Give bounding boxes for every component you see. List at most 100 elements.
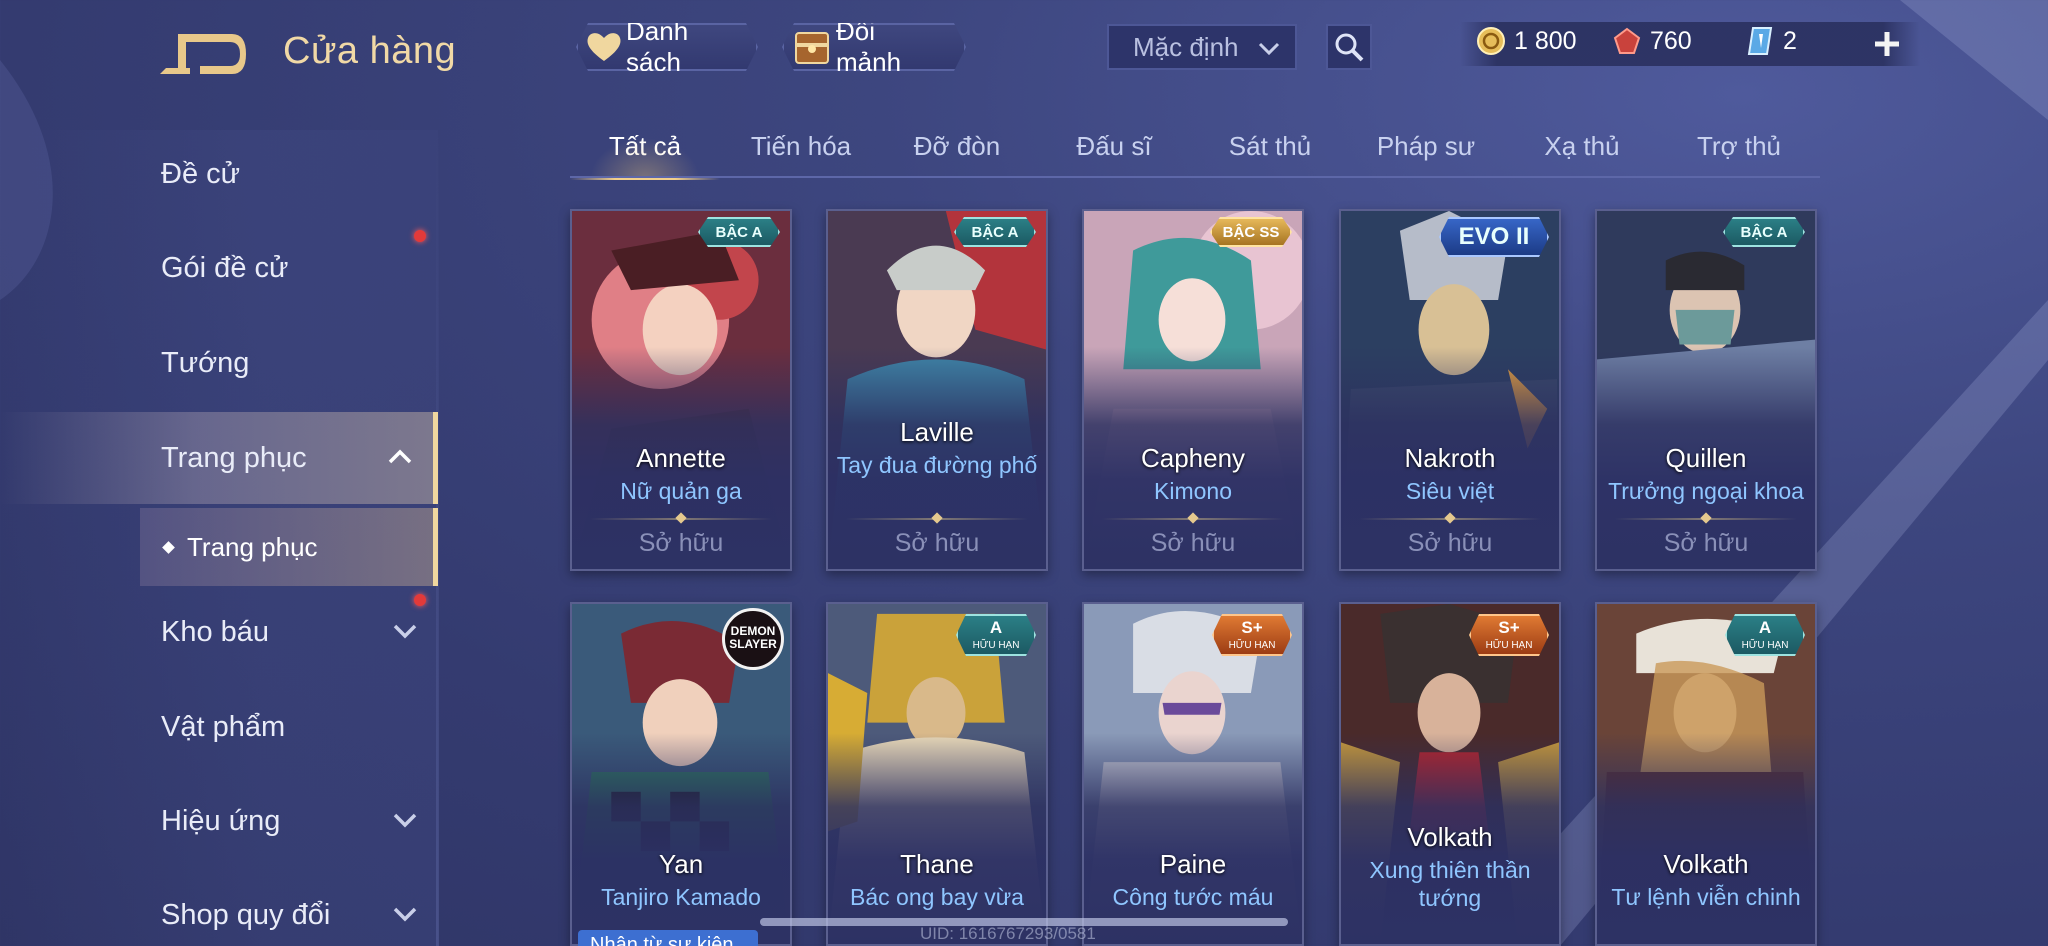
skin-card[interactable]: DEMON SLAYER Yan Tanjiro Kamado: [570, 602, 792, 946]
add-currency-button[interactable]: [1870, 24, 1904, 64]
category-tabs: Tất cả Tiến hóa Đỡ đòn Đấu sĩ Sát thủ Ph…: [570, 122, 1820, 180]
tier-badge-grade: A: [989, 618, 1003, 637]
tab-mage[interactable]: Pháp sư: [1351, 122, 1501, 178]
sidebar-item-treasure[interactable]: Kho báu: [0, 586, 438, 678]
exchange-button-label: Đổi mảnh: [836, 16, 902, 77]
owned-status: Sở hữu: [1407, 529, 1493, 557]
sidebar-item-label: Đề cử: [161, 157, 241, 190]
sidebar-item-skins[interactable]: Trang phục: [0, 412, 438, 504]
tier-badge: BẬC A: [954, 217, 1036, 247]
exchange-button[interactable]: Đổi mảnh: [782, 23, 966, 71]
back-arrow-icon: [160, 34, 246, 74]
tab-support[interactable]: Trợ thủ: [1664, 122, 1814, 178]
list-button[interactable]: Danh sách: [576, 23, 758, 71]
owned-status: Sở hữu: [638, 529, 724, 557]
sidebar-item-label: Shop quy đổi: [161, 898, 331, 931]
notification-dot: [414, 230, 426, 242]
user-id: UID: 1616767293/0581: [920, 924, 1096, 943]
tier-badge-grade: S+: [1498, 618, 1520, 637]
card-shade: [572, 733, 790, 944]
skin-card[interactable]: BẬC A Quillen Trưởng ngoại khoa Sở hữu: [1595, 209, 1817, 571]
hero-name: Quillen: [1665, 443, 1747, 473]
hero-name: Volkath: [1407, 822, 1493, 852]
sidebar-item-heroes[interactable]: Tướng: [0, 317, 438, 409]
sidebar-item-label: Gói đề cử: [161, 251, 289, 284]
sort-dropdown-value: Mặc định: [1133, 31, 1239, 62]
gold-currency: 1 800: [1476, 26, 1577, 56]
search-button[interactable]: [1326, 24, 1372, 70]
skin-card[interactable]: A HỮU HẠN Volkath Tư lệnh viễn chinh: [1595, 602, 1817, 946]
card-shade: [1084, 733, 1302, 944]
gold-coin-icon: [1477, 27, 1505, 55]
card-divider: [590, 518, 772, 520]
chest-icon: [792, 27, 832, 67]
skin-name: Nữ quản ga: [620, 478, 742, 504]
skin-card[interactable]: BẬC A Laville Tay đua đường phố Sở hữu: [826, 209, 1048, 571]
evo-badge: EVO II: [1439, 217, 1549, 257]
chevron-up-icon: [388, 449, 412, 464]
ruby-amount: 760: [1650, 26, 1692, 55]
plus-icon: [1875, 32, 1899, 56]
skin-card[interactable]: A HỮU HẠN Thane Bác ong bay vừa: [826, 602, 1048, 946]
tier-badge: BẬC SS: [1210, 217, 1292, 247]
hero-name: Capheny: [1140, 443, 1246, 473]
tab-all[interactable]: Tất cả: [570, 122, 720, 180]
chevron-down-icon: [393, 907, 417, 922]
list-button-label: Danh sách: [626, 16, 689, 77]
gold-amount: 1 800: [1514, 26, 1577, 55]
card-shade: [828, 733, 1046, 944]
chevron-down-icon: [393, 624, 417, 639]
tab-fighter[interactable]: Đấu sĩ: [1039, 122, 1189, 178]
chevron-down-icon: [1258, 42, 1280, 56]
sidebar-item-label: Hiệu ứng: [161, 804, 281, 837]
tier-badge-limited: HỮU HẠN: [1485, 640, 1533, 651]
tab-evolution[interactable]: Tiến hóa: [726, 122, 876, 178]
hero-name: Laville: [900, 417, 974, 447]
page-title: Cửa hàng: [283, 30, 457, 72]
sidebar-subitem-skins[interactable]: Trang phục: [140, 508, 438, 586]
back-button[interactable]: [160, 30, 246, 76]
skin-name: Xung thiên thần tướng: [1369, 857, 1531, 911]
voucher-currency: 2: [1745, 26, 1797, 56]
skin-name: Tư lệnh viễn chinh: [1611, 884, 1801, 910]
hero-name: Thane: [900, 849, 974, 879]
sidebar-item-exchange-shop[interactable]: Shop quy đổi: [0, 869, 438, 946]
voucher-icon: [1747, 27, 1773, 55]
skin-card[interactable]: S+ HỮU HẠN Volkath Xung thiên thần tướng: [1339, 602, 1561, 946]
owned-status: Sở hữu: [894, 529, 980, 557]
tab-assassin[interactable]: Sát thủ: [1195, 122, 1345, 178]
skin-name: Kimono: [1154, 478, 1232, 504]
tier-badge-grade: S+: [1241, 618, 1263, 637]
skin-name: Tay đua đường phố: [836, 452, 1038, 478]
owned-status: Sở hữu: [1663, 529, 1749, 557]
skin-name: Công tước máu: [1112, 884, 1274, 910]
tier-badge-grade: A: [1758, 618, 1772, 637]
hero-name: Nakroth: [1404, 443, 1496, 473]
tier-badge: A HỮU HẠN: [1725, 614, 1805, 656]
sidebar-item-items[interactable]: Vật phẩm: [0, 681, 438, 773]
sort-dropdown[interactable]: Mặc định: [1107, 24, 1297, 70]
sidebar-item-label: Vật phẩm: [161, 710, 286, 743]
skin-card[interactable]: BẬC A Annette Nữ quản ga Sở hữu: [570, 209, 792, 571]
tabs-underline: [570, 176, 1820, 178]
notification-dot: [414, 594, 426, 606]
tier-badge: BẬC A: [1723, 217, 1805, 247]
tab-tank[interactable]: Đỡ đòn: [882, 122, 1032, 178]
tab-marksman[interactable]: Xạ thủ: [1507, 122, 1657, 178]
sidebar-item-recommended[interactable]: Đề cử: [0, 128, 438, 220]
tier-badge: S+ HỮU HẠN: [1212, 614, 1292, 656]
tier-badge-limited: HỮU HẠN: [1228, 640, 1276, 651]
chevron-down-icon: [393, 813, 417, 828]
skin-card[interactable]: EVO II Nakroth Siêu việt Sở hữu: [1339, 209, 1561, 571]
hero-name: Volkath: [1663, 849, 1749, 879]
collab-badge: DEMON SLAYER: [722, 608, 784, 670]
owned-status: Sở hữu: [1150, 529, 1236, 557]
sidebar-item-bundles[interactable]: Gói đề cử: [0, 222, 438, 314]
hero-name: Annette: [636, 443, 726, 473]
sidebar-item-effects[interactable]: Hiệu ứng: [0, 775, 438, 867]
heart-icon: [586, 27, 622, 67]
search-icon: [1335, 33, 1364, 62]
skin-card[interactable]: S+ HỮU HẠN Paine Công tước máu: [1082, 602, 1304, 946]
skin-card[interactable]: BẬC SS Capheny Kimono Sở hữu: [1082, 209, 1304, 571]
hero-name: Yan: [658, 849, 704, 879]
